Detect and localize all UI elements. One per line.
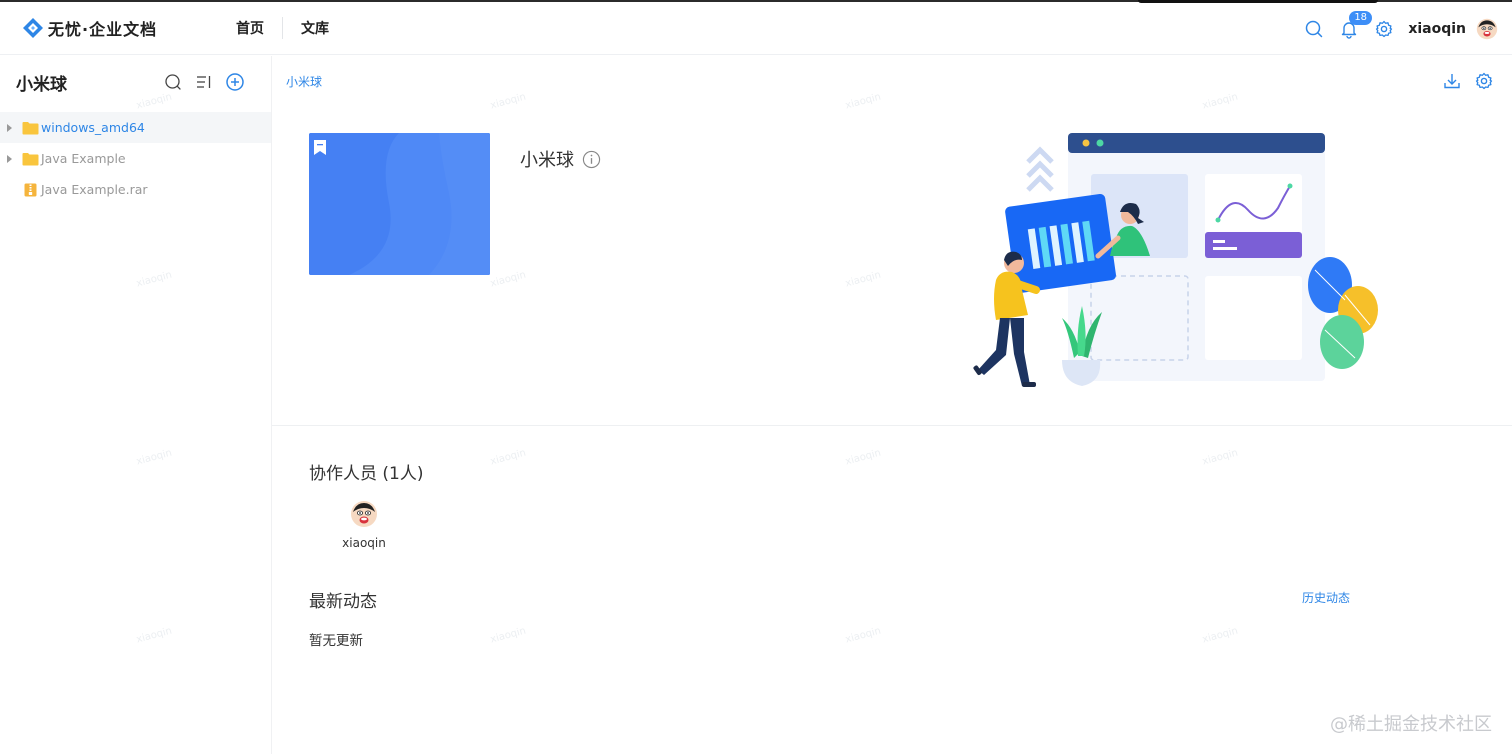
file-tree: windows_amd64 Java Example Java Example.… [0, 112, 271, 205]
sort-icon[interactable] [194, 72, 214, 92]
sidebar-header: 小米球 [0, 56, 271, 108]
archive-icon [24, 183, 37, 196]
expand-caret-icon[interactable] [0, 154, 18, 163]
notification-button[interactable]: 18 [1339, 10, 1373, 39]
main-actions [1430, 71, 1494, 91]
cover-art [309, 133, 490, 275]
logo-text: 无忧·企业文档 [48, 20, 158, 39]
expand-caret-icon[interactable] [0, 123, 18, 132]
logo-icon [23, 18, 43, 38]
main-content: 小米球 小米球 协作人员 (1人) xiaoqin 最新动态 历史动态 暂无更新 [272, 56, 1512, 754]
gear-icon[interactable] [1374, 19, 1394, 39]
tree-item-java-example[interactable]: Java Example [0, 143, 271, 174]
history-link[interactable]: 历史动态 [1302, 589, 1350, 606]
collaborator-name: xiaoqin [342, 536, 386, 550]
tree-item-windows-amd64[interactable]: windows_amd64 [0, 112, 271, 143]
tree-item-java-example-rar[interactable]: Java Example.rar [0, 174, 271, 205]
tree-item-label: Java Example.rar [41, 182, 148, 197]
document-title-text: 小米球 [520, 150, 574, 171]
folder-icon [22, 152, 39, 165]
hero-illustration [973, 133, 1378, 387]
username[interactable]: xiaoqin [1408, 21, 1466, 37]
download-icon[interactable] [1442, 71, 1462, 91]
document-cover [309, 133, 490, 275]
breadcrumb[interactable]: 小米球 [286, 73, 322, 90]
collaborator-item[interactable]: xiaoqin [334, 500, 394, 550]
sidebar-tools [152, 72, 245, 92]
logo[interactable]: 无忧·企业文档 [22, 16, 212, 40]
sidebar: 小米球 windows_amd64 Java Example Java Exam… [0, 56, 272, 754]
document-title: 小米球 [520, 146, 601, 172]
tree-item-label: Java Example [41, 151, 126, 166]
search-icon[interactable] [1304, 19, 1324, 39]
activity-empty-text: 暂无更新 [309, 633, 363, 649]
app-header: 无忧·企业文档 首页 文库 18 xiaoqin [0, 2, 1512, 55]
top-nav: 首页 文库 [218, 17, 347, 39]
header-actions: 18 xiaoqin [1289, 2, 1498, 55]
search-icon[interactable] [163, 72, 183, 92]
sidebar-title: 小米球 [16, 74, 67, 95]
footer-credit: @稀土掘金技术社区 [1330, 714, 1492, 735]
info-icon[interactable] [582, 150, 601, 169]
add-icon[interactable] [225, 72, 245, 92]
avatar [351, 501, 377, 527]
nav-library[interactable]: 文库 [283, 18, 347, 38]
notification-badge: 18 [1349, 10, 1373, 25]
tree-item-label: windows_amd64 [41, 120, 145, 135]
collaborators-title: 协作人员 (1人) [309, 464, 424, 484]
nav-home[interactable]: 首页 [218, 18, 282, 38]
avatar[interactable] [1476, 18, 1498, 40]
section-divider [272, 425, 1512, 426]
gear-icon[interactable] [1474, 71, 1494, 91]
activity-title: 最新动态 [309, 592, 377, 612]
folder-icon [22, 121, 39, 134]
